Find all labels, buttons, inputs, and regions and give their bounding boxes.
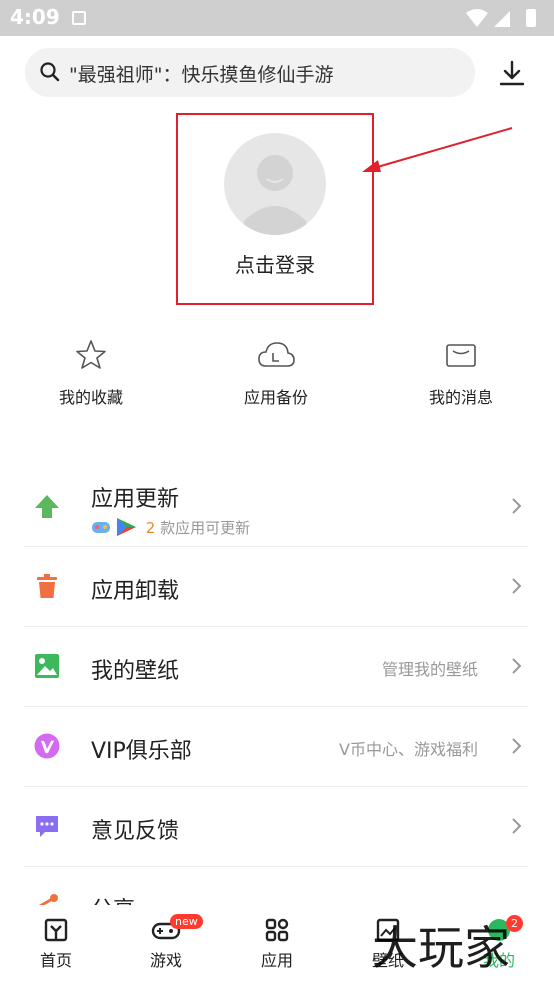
feedback-icon xyxy=(36,816,58,837)
search-bar[interactable]: "最强祖师"：快乐摸鱼修仙手游 xyxy=(25,48,475,97)
star-icon xyxy=(76,340,106,369)
status-icons xyxy=(464,7,544,33)
download-icon[interactable] xyxy=(497,58,527,88)
nav-home-label: 首页 xyxy=(39,951,72,970)
status-bar: 4:09 xyxy=(0,0,554,36)
search-placeholder: "最强祖师"：快乐摸鱼修仙手游 xyxy=(69,64,334,86)
feedback-row[interactable]: 意见反馈 xyxy=(24,787,528,867)
login-area[interactable]: 点击登录 xyxy=(176,113,374,305)
nav-apps[interactable]: 应用 xyxy=(237,917,317,971)
app-update-row[interactable]: 应用更新 2 款应用可更新 xyxy=(24,467,528,547)
update-count: 2 xyxy=(145,519,156,537)
nav-games[interactable]: new 游戏 xyxy=(126,914,206,971)
wifi-icon xyxy=(466,9,488,27)
vip-icon xyxy=(34,733,60,759)
messages-label: 我的消息 xyxy=(428,388,493,407)
vip-club-row[interactable]: VIP俱乐部 V币中心、游戏福利 xyxy=(24,707,528,787)
messages-button[interactable]: 我的消息 xyxy=(391,338,531,408)
my-wallpaper-row[interactable]: 我的壁纸 管理我的壁纸 xyxy=(24,627,528,707)
image-icon xyxy=(35,654,59,678)
watermark: 大玩家 xyxy=(372,921,510,975)
feedback-title: 意见反馈 xyxy=(91,819,180,844)
login-label[interactable]: 点击登录 xyxy=(178,249,372,278)
my-wallpaper-title: 我的壁纸 xyxy=(91,659,180,684)
share-row[interactable]: 分享 xyxy=(24,886,528,906)
share-icon xyxy=(39,894,58,906)
nav-home[interactable]: 首页 xyxy=(16,917,96,971)
game-mini-icon xyxy=(92,518,136,536)
notification-icon xyxy=(72,11,86,25)
nav-games-label: 游戏 xyxy=(149,951,182,970)
app-uninstall-row[interactable]: 应用卸载 xyxy=(24,547,528,627)
backup-label: 应用备份 xyxy=(243,388,308,407)
app-update-title: 应用更新 xyxy=(91,487,180,512)
favorites-button[interactable]: 我的收藏 xyxy=(21,338,161,408)
battery-icon xyxy=(526,9,536,27)
app-update-subtitle: 2 款应用可更新 xyxy=(91,517,250,538)
apps-icon xyxy=(265,918,289,942)
signal-icon xyxy=(494,11,510,27)
chevron-right-icon xyxy=(512,498,522,514)
status-time: 4:09 xyxy=(10,5,60,29)
vip-club-title: VIP俱乐部 xyxy=(91,739,192,764)
chevron-right-icon xyxy=(512,818,522,834)
vip-club-subtitle: V币中心、游戏福利 xyxy=(339,740,478,759)
avatar[interactable] xyxy=(224,133,326,235)
games-new-badge: new xyxy=(170,914,203,929)
update-count-suffix: 款应用可更新 xyxy=(155,519,251,537)
chevron-right-icon xyxy=(512,578,522,594)
backup-button[interactable]: 应用备份 xyxy=(206,338,346,408)
app-uninstall-title: 应用卸载 xyxy=(91,579,180,604)
annotation-arrow xyxy=(362,127,513,172)
home-icon xyxy=(44,918,68,942)
cloud-icon xyxy=(258,342,295,367)
chevron-right-icon xyxy=(512,738,522,754)
search-icon xyxy=(40,62,60,82)
nav-apps-label: 应用 xyxy=(260,951,293,970)
upload-arrow-icon xyxy=(35,495,59,518)
mail-icon xyxy=(446,344,476,367)
my-wallpaper-subtitle: 管理我的壁纸 xyxy=(381,660,478,679)
share-title: 分享 xyxy=(91,892,135,906)
favorites-label: 我的收藏 xyxy=(58,388,123,407)
chevron-right-icon xyxy=(512,658,522,674)
trash-icon xyxy=(37,574,57,598)
